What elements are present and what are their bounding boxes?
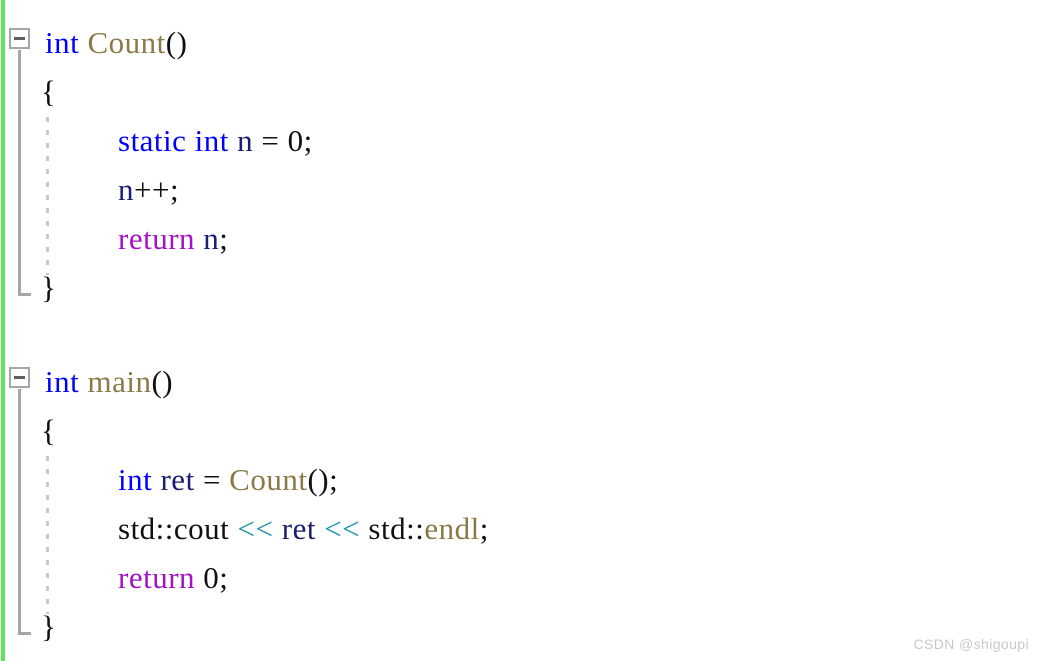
code-editor-screenshot: int Count(){static int n = 0; n++; return … bbox=[0, 0, 1041, 661]
token-ident: ret bbox=[281, 511, 316, 546]
token-ret: return bbox=[118, 221, 196, 256]
token-fn: main bbox=[87, 364, 152, 399]
code-line-4[interactable]: n++; bbox=[0, 165, 1041, 214]
code-line-9[interactable]: int ret = Count(); bbox=[0, 455, 1041, 504]
token-plain: 0 bbox=[203, 560, 220, 595]
token-plain: (); bbox=[307, 462, 339, 497]
token-fn: Count bbox=[229, 462, 308, 497]
token-plain: ; bbox=[219, 560, 229, 595]
token-plain: ++; bbox=[134, 172, 180, 207]
watermark-text: CSDN @shigoupi bbox=[913, 636, 1029, 652]
token-plain: } bbox=[41, 609, 57, 644]
token-plain: = bbox=[194, 462, 230, 497]
token-kw: static bbox=[118, 123, 187, 158]
token-plain: ; bbox=[479, 511, 489, 546]
token-plain: { bbox=[41, 74, 57, 109]
code-line-2[interactable]: { bbox=[0, 67, 1041, 116]
code-surface[interactable]: int Count(){static int n = 0; n++; return … bbox=[0, 0, 1041, 661]
token-kw: int bbox=[45, 25, 80, 60]
token-plain: } bbox=[41, 270, 57, 305]
token-plain: ; bbox=[219, 221, 229, 256]
token-plain: std:: bbox=[368, 511, 425, 546]
token-plain: std::cout bbox=[118, 511, 230, 546]
token-plain: { bbox=[41, 413, 57, 448]
code-line-11[interactable]: return 0; bbox=[0, 553, 1041, 602]
token-kw: int bbox=[118, 462, 153, 497]
code-line-12[interactable]: } bbox=[0, 602, 1041, 651]
token-ident: n bbox=[118, 172, 134, 207]
token-op: << bbox=[237, 511, 274, 546]
token-kw: int bbox=[194, 123, 229, 158]
code-line-8[interactable]: { bbox=[0, 406, 1041, 455]
token-plain: () bbox=[165, 25, 188, 60]
token-ident: ret bbox=[160, 462, 195, 497]
code-line-1[interactable]: int Count() bbox=[0, 18, 1041, 67]
token-op: << bbox=[324, 511, 361, 546]
token-ident: n bbox=[237, 123, 254, 158]
token-fn: Count bbox=[87, 25, 166, 60]
code-line-5[interactable]: return n; bbox=[0, 214, 1041, 263]
token-kw: int bbox=[45, 364, 80, 399]
code-line-3[interactable]: static int n = 0; bbox=[0, 116, 1041, 165]
token-plain: 0 bbox=[287, 123, 304, 158]
token-plain: ; bbox=[303, 123, 313, 158]
token-plain: = bbox=[253, 123, 288, 158]
token-ident: n bbox=[203, 221, 220, 256]
token-ret: return bbox=[118, 560, 196, 595]
code-line-10[interactable]: std::cout << ret << std::endl; bbox=[0, 504, 1041, 553]
token-fn: endl bbox=[424, 511, 480, 546]
code-line-7[interactable]: int main() bbox=[0, 357, 1041, 406]
code-line-6[interactable]: } bbox=[0, 263, 1041, 312]
token-plain: () bbox=[151, 364, 174, 399]
